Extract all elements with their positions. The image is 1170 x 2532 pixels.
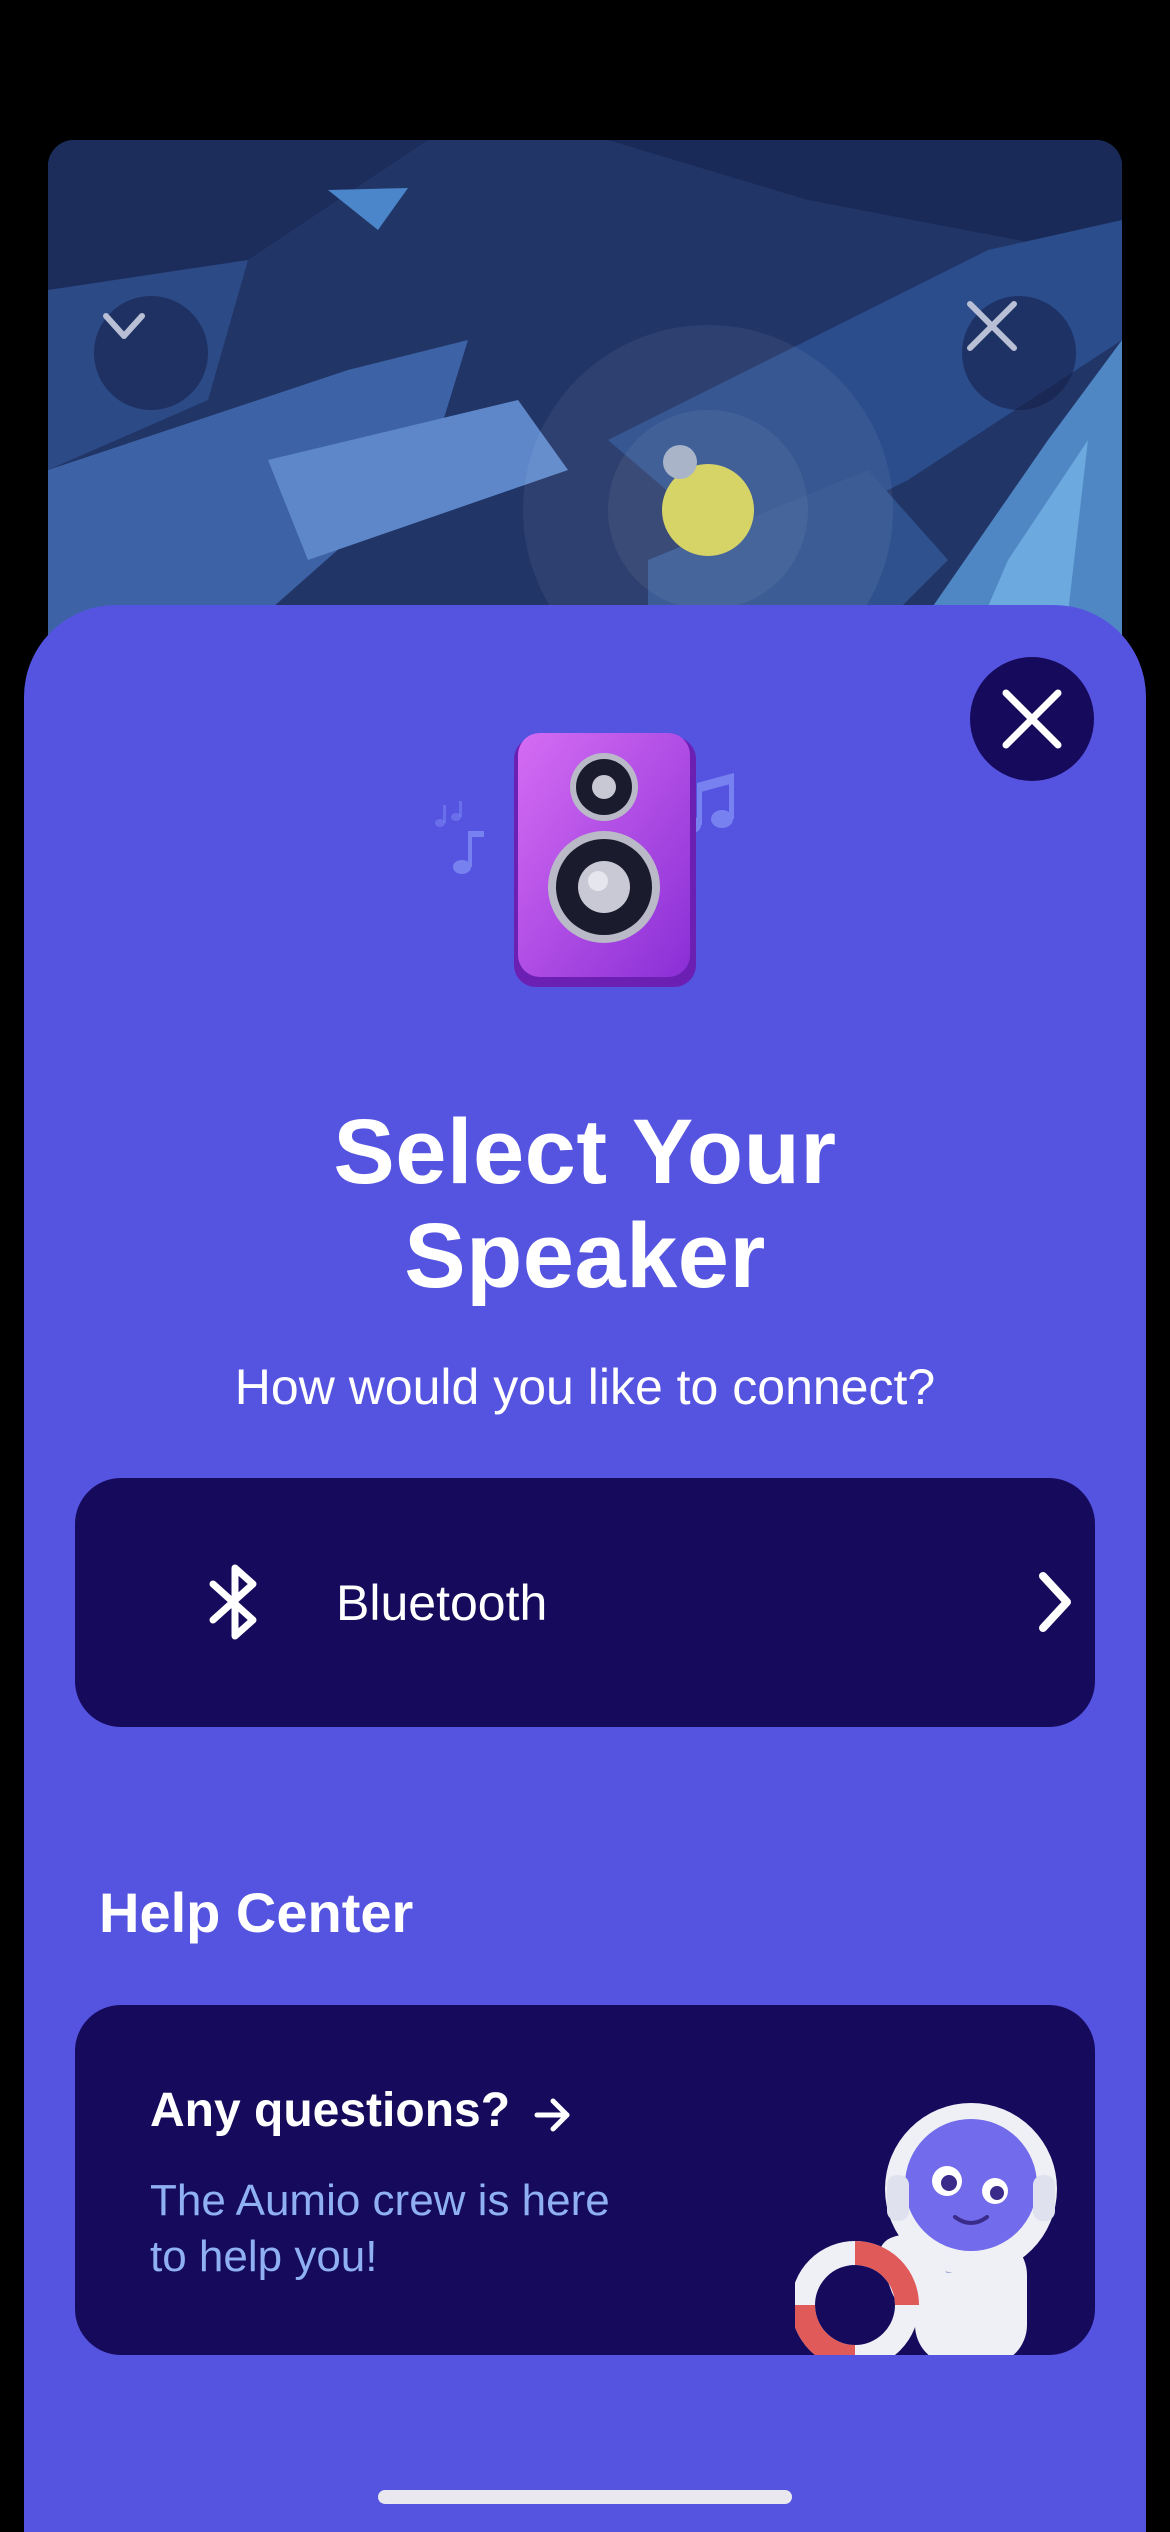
close-icon <box>967 301 1017 351</box>
astronaut-icon <box>795 2103 1057 2355</box>
speaker-icon <box>435 733 734 987</box>
bluetooth-label: Bluetooth <box>336 1575 548 1631</box>
sheet-close-button[interactable] <box>970 657 1094 781</box>
bluetooth-option-button[interactable]: Bluetooth <box>75 1478 1095 1727</box>
chevron-down-icon <box>103 313 145 339</box>
select-speaker-sheet: Select Your Speaker How would you like t… <box>24 605 1146 2532</box>
home-indicator <box>378 2490 792 2504</box>
bluetooth-icon <box>209 1564 257 1640</box>
page-title-line1: Select Your <box>333 1101 837 1203</box>
close-player-button[interactable] <box>962 296 1076 410</box>
chevron-right-icon <box>1039 1572 1071 1632</box>
help-center-card[interactable]: Any questions? The Aumio crew is here to… <box>75 2005 1095 2355</box>
help-center-heading: Help Center <box>99 1881 414 1944</box>
page-title-line2: Speaker <box>404 1205 766 1307</box>
arrow-right-icon <box>534 2098 570 2132</box>
help-card-text: The Aumio crew is here to help you! <box>150 2176 610 2281</box>
page-title: Select Your Speaker <box>24 1100 1146 1308</box>
collapse-player-button[interactable] <box>94 296 208 410</box>
help-card-title: Any questions? <box>150 2084 511 2137</box>
close-icon <box>1002 689 1062 749</box>
page-subtitle: How would you like to connect? <box>234 1359 936 1415</box>
